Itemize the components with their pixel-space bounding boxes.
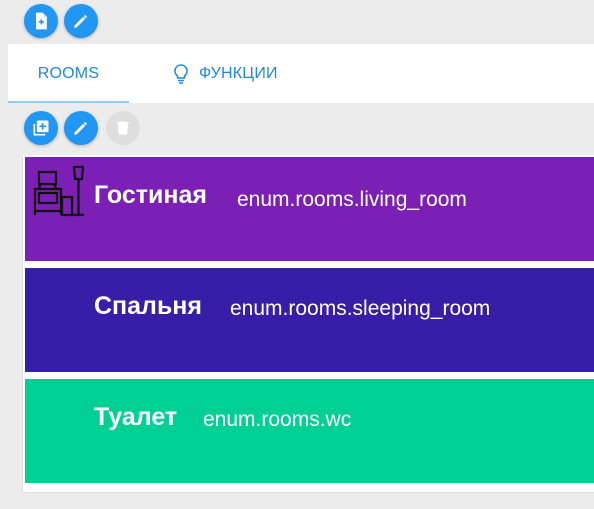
tab-functions-label: ФУНКЦИИ xyxy=(199,64,278,82)
edit-pencil-icon xyxy=(74,122,87,135)
add-room-button[interactable] xyxy=(24,111,58,145)
room-id: enum.rooms.living_room xyxy=(237,188,467,211)
delete-room-button[interactable] xyxy=(106,111,140,145)
edit-room-button[interactable] xyxy=(64,111,98,145)
add-copy-icon xyxy=(33,120,49,136)
tab-bar: ROOMS ФУНКЦИИ xyxy=(8,44,594,103)
room-name: Туалет xyxy=(94,403,178,431)
tab-rooms-label: ROOMS xyxy=(37,64,100,82)
room-list: Гостиная enum.rooms.living_room Спальня … xyxy=(22,155,594,493)
tab-rooms[interactable]: ROOMS xyxy=(8,44,129,103)
lightbulb-icon xyxy=(174,63,188,84)
list-item-sleeping-room[interactable]: Спальня enum.rooms.sleeping_room xyxy=(25,268,594,372)
list-item-wc[interactable]: Туалет enum.rooms.wc xyxy=(25,379,594,483)
tab-functions[interactable]: ФУНКЦИИ xyxy=(171,44,278,103)
living-room-icon xyxy=(33,165,85,217)
delete-trash-icon xyxy=(117,121,129,135)
edit-button-top[interactable] xyxy=(64,4,98,38)
edit-pencil-icon xyxy=(74,15,87,28)
room-name: Гостиная xyxy=(94,181,207,209)
room-id: enum.rooms.sleeping_room xyxy=(230,297,491,320)
add-file-button[interactable] xyxy=(24,4,58,38)
active-tab-indicator xyxy=(8,101,129,103)
room-name: Спальня xyxy=(94,292,202,320)
room-id: enum.rooms.wc xyxy=(203,408,352,431)
add-file-icon xyxy=(36,12,47,30)
list-item-living-room[interactable]: Гостиная enum.rooms.living_room xyxy=(25,157,594,261)
